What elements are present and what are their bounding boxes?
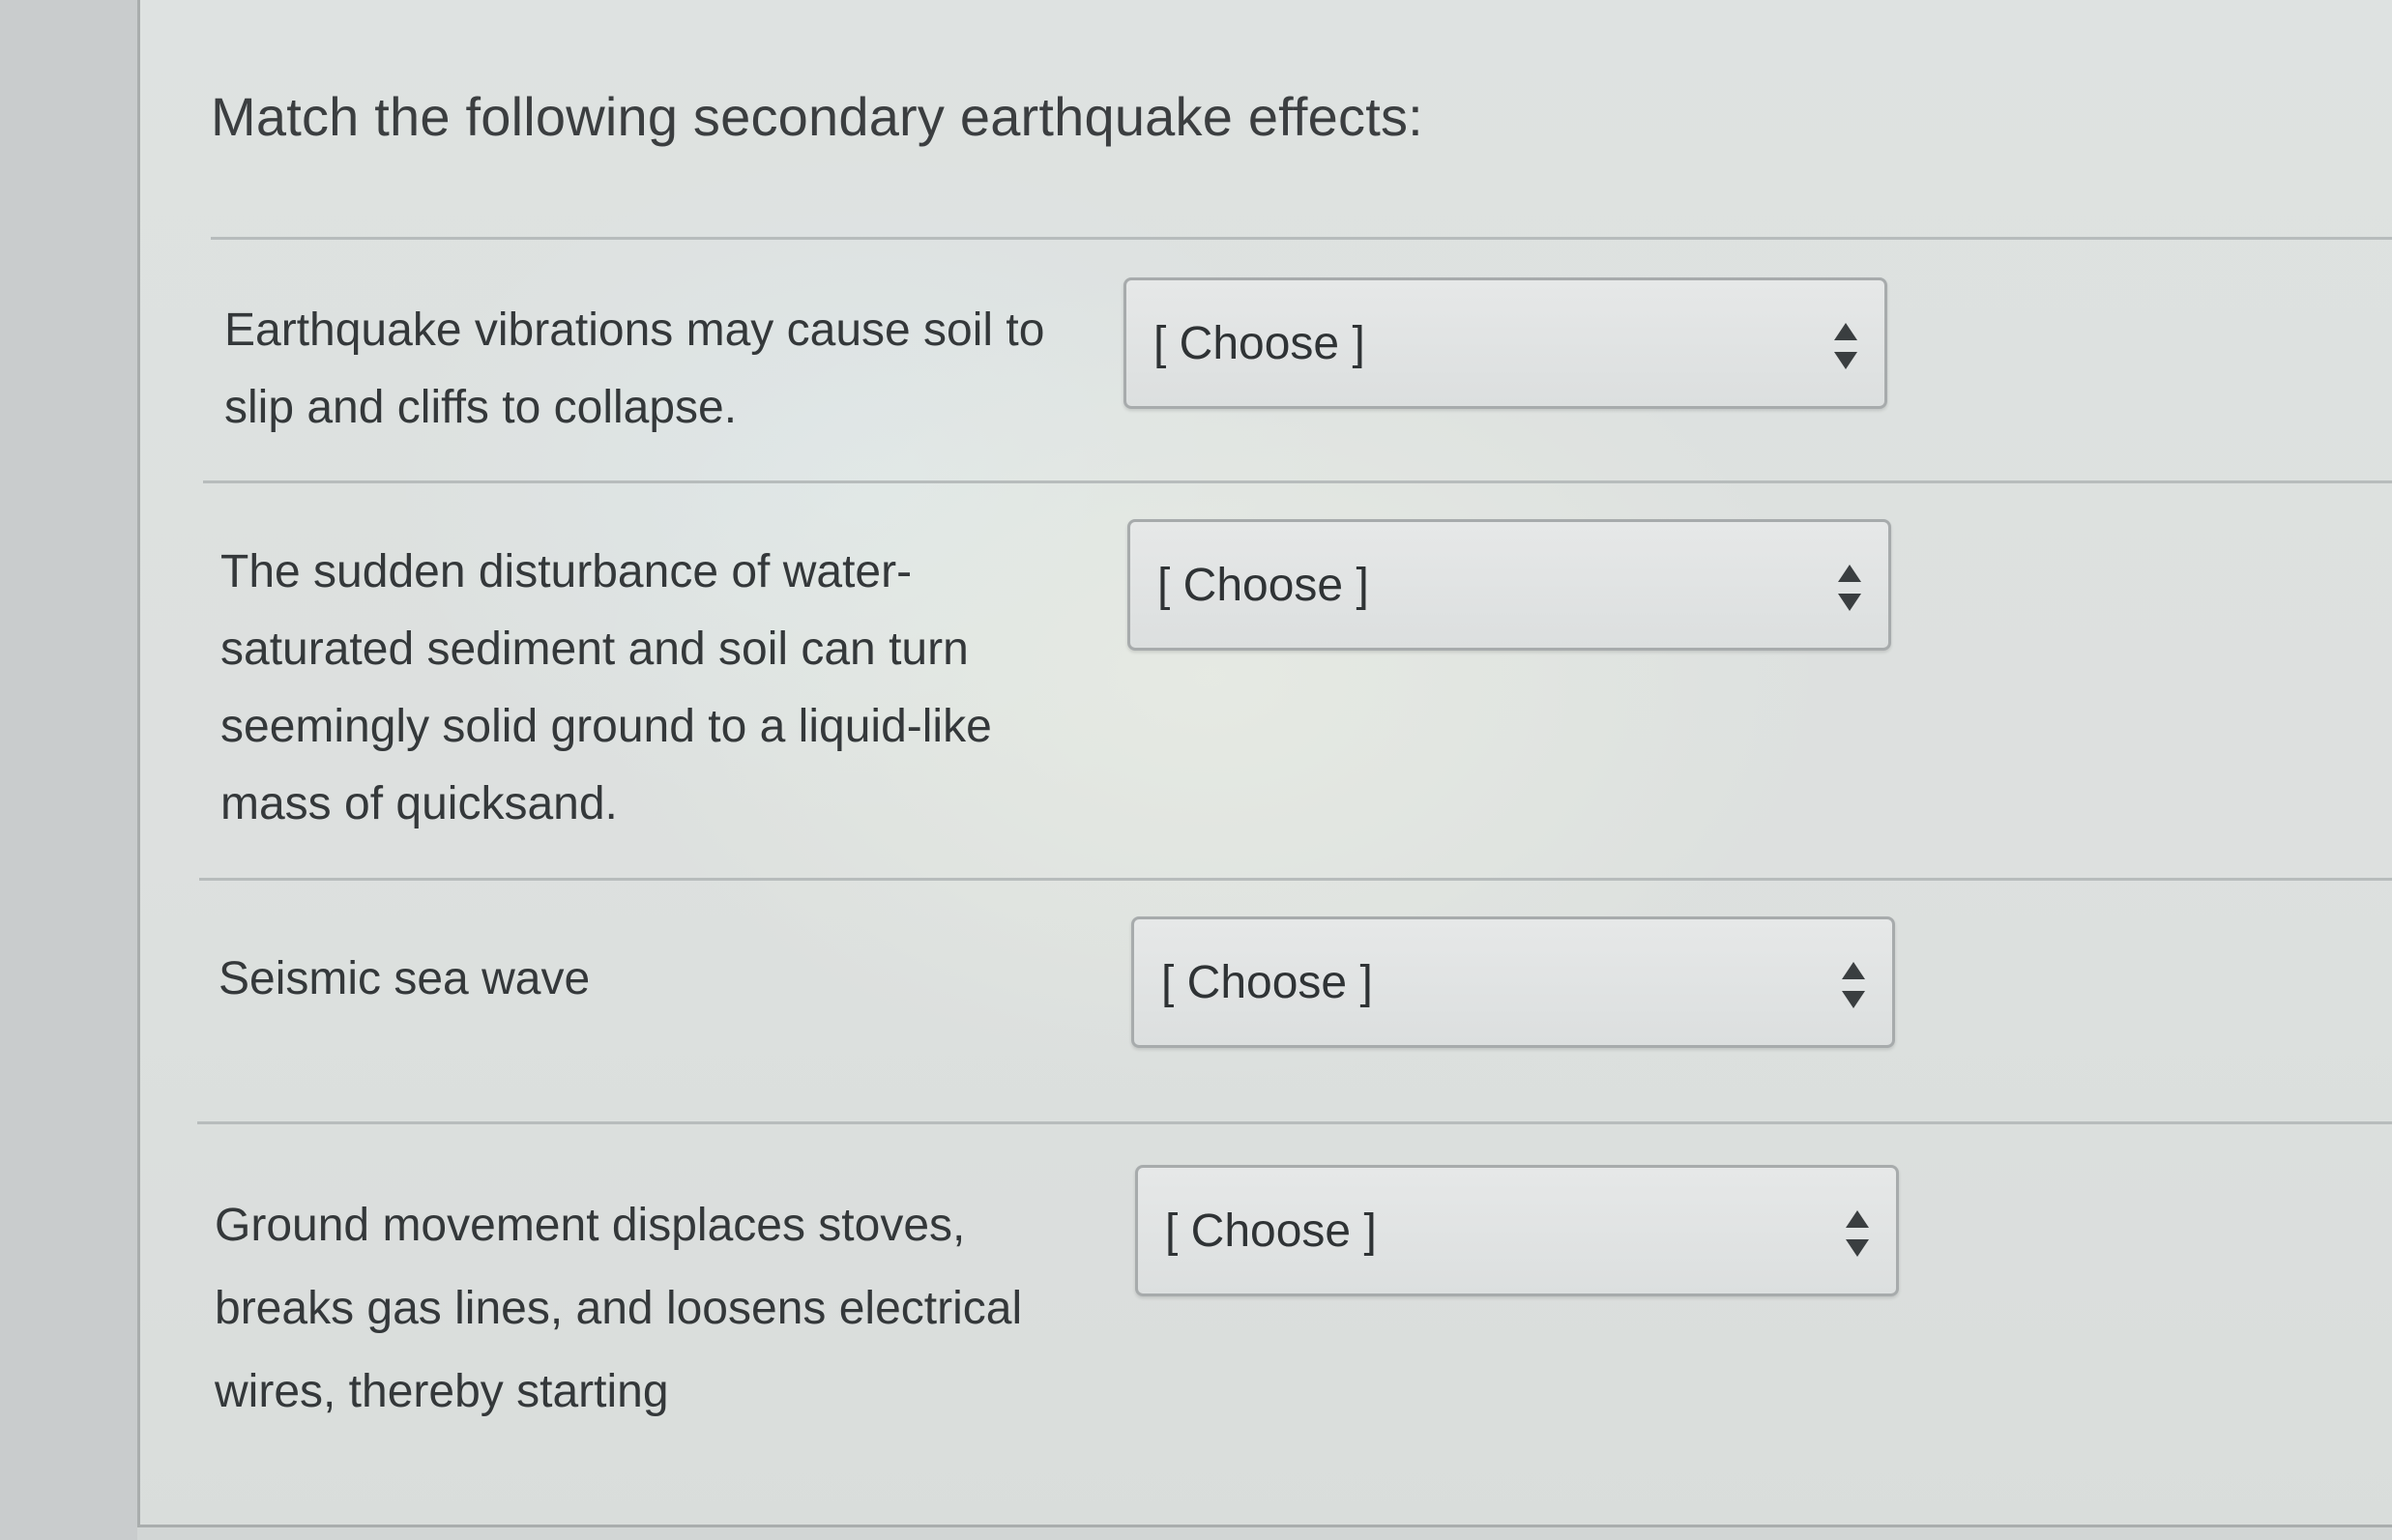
select-value: [ Choose ] <box>1165 1206 1377 1257</box>
divider <box>199 878 2392 881</box>
divider <box>203 480 2392 483</box>
prompt-text: Earthquake vibrations may cause soil to … <box>224 305 1045 433</box>
divider <box>211 237 2392 240</box>
divider <box>197 1121 2392 1124</box>
select-value: [ Choose ] <box>1157 560 1369 611</box>
screen-background: Match the following secondary earthquake… <box>0 0 2392 1540</box>
up-down-arrows-icon <box>1834 323 1857 369</box>
prompt-text: Seismic sea wave <box>219 953 591 1004</box>
select-value: [ Choose ] <box>1161 957 1373 1008</box>
question-title: Match the following secondary earthquake… <box>211 86 1423 147</box>
answer-select[interactable]: [ Choose ] <box>1131 916 1895 1048</box>
prompt-text: The sudden disturbance of water-saturate… <box>220 546 992 829</box>
select-value: [ Choose ] <box>1153 318 1365 369</box>
up-down-arrows-icon <box>1846 1210 1869 1257</box>
prompt-text: Ground movement displaces stoves, breaks… <box>215 1200 1023 1417</box>
left-margin <box>0 0 137 1540</box>
up-down-arrows-icon <box>1842 962 1865 1008</box>
up-down-arrows-icon <box>1838 565 1861 611</box>
answer-select[interactable]: [ Choose ] <box>1123 277 1887 409</box>
answer-select[interactable]: [ Choose ] <box>1135 1165 1899 1296</box>
answer-select[interactable]: [ Choose ] <box>1127 519 1891 651</box>
